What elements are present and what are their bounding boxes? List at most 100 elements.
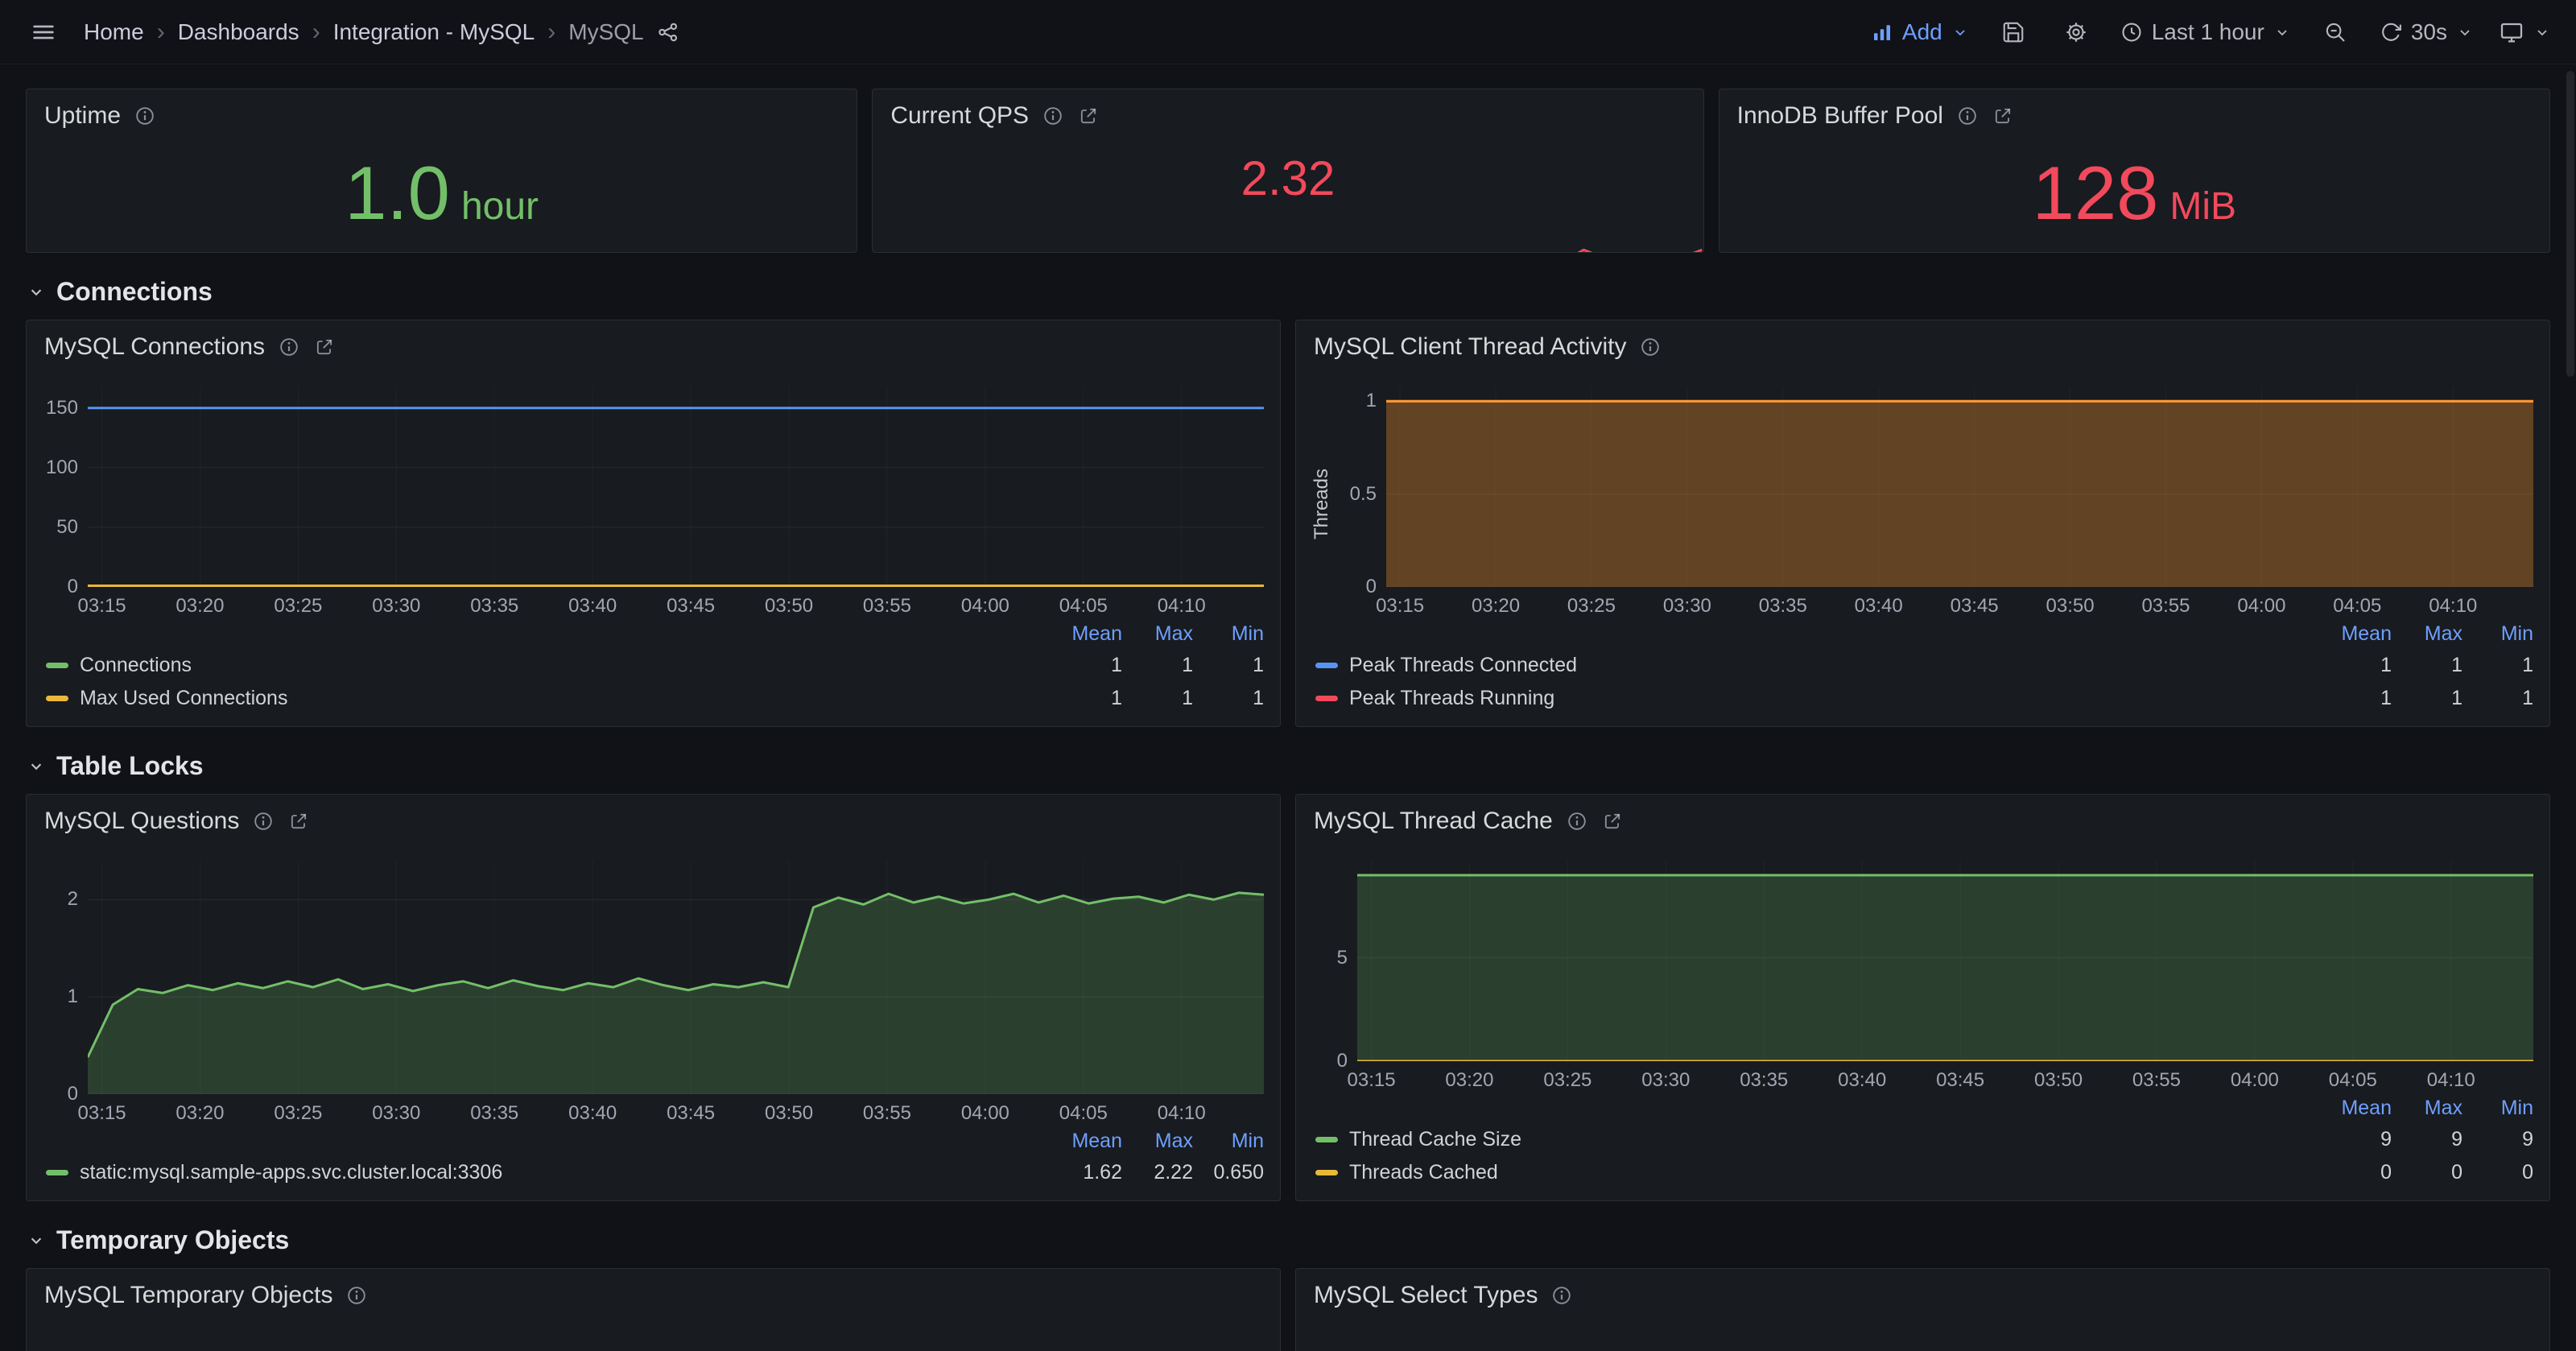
panel-title[interactable]: MySQL Temporary Objects [44, 1282, 332, 1309]
legend-item[interactable]: Max Used Connections111 [46, 682, 1264, 715]
legend-col-header[interactable]: Min [2462, 1097, 2533, 1120]
section-table-locks[interactable]: Table Locks [26, 751, 2550, 781]
chevron-down-icon [2273, 23, 2292, 42]
legend-item[interactable]: Threads Cached000 [1315, 1156, 2533, 1189]
x-tick-label: 03:15 [1348, 1069, 1396, 1092]
panel-title[interactable]: MySQL Select Types [1314, 1282, 1538, 1309]
panel-title[interactable]: Current QPS [890, 102, 1029, 130]
chevron-down-icon [26, 756, 47, 777]
save-dashboard-icon[interactable] [1994, 13, 2033, 52]
legend-col-header[interactable]: Min [1193, 1130, 1264, 1153]
panel-mysql-select-types: MySQL Select Types [1295, 1268, 2550, 1351]
legend-col-header[interactable]: Max [2392, 1097, 2462, 1120]
x-tick-label: 03:30 [1663, 595, 1711, 618]
x-tick-label: 04:05 [2333, 595, 2381, 618]
bar-chart-add-icon [1870, 20, 1894, 44]
legend-col-header[interactable]: Mean [2321, 1097, 2392, 1120]
monitor-icon[interactable] [2499, 19, 2524, 45]
legend-col-header[interactable]: Min [1193, 622, 1264, 646]
chart-area: 05 03:1503:2003:2503:3003:3503:4003:4503… [1296, 840, 2549, 1097]
refresh-interval-picker[interactable]: 30s [2379, 19, 2475, 45]
legend-value: 1 [2392, 654, 2462, 677]
y-tick-label: 0 [1366, 576, 1377, 598]
external-link-icon[interactable] [1601, 810, 1624, 832]
legend-col-header[interactable]: Mean [2321, 622, 2392, 646]
legend-col-header[interactable]: Max [1122, 1130, 1193, 1153]
scrollbar-thumb[interactable] [2566, 71, 2574, 377]
info-icon[interactable] [345, 1284, 368, 1307]
info-icon[interactable] [1042, 105, 1064, 127]
external-link-icon[interactable] [313, 336, 336, 358]
x-tick-label: 04:10 [2427, 1069, 2475, 1092]
zoom-out-icon[interactable] [2316, 13, 2355, 52]
panel-mysql-temporary-objects: MySQL Temporary Objects [26, 1268, 1281, 1351]
x-tick-label: 03:30 [372, 1102, 420, 1125]
x-tick-label: 03:50 [2046, 595, 2095, 618]
legend-value: 1 [1122, 654, 1193, 677]
breadcrumb-dashboards[interactable]: Dashboards [178, 19, 299, 45]
external-link-icon[interactable] [287, 810, 310, 832]
info-icon[interactable] [1956, 105, 1979, 127]
info-icon[interactable] [1550, 1284, 1573, 1307]
legend-value: 1 [2462, 654, 2533, 677]
section-connections[interactable]: Connections [26, 277, 2550, 307]
chevron-down-icon[interactable] [2533, 23, 2552, 42]
series-swatch [1315, 1137, 1338, 1142]
legend-item[interactable]: Thread Cache Size999 [1315, 1123, 2533, 1156]
x-tick-label: 04:00 [961, 595, 1009, 618]
legend-value: 9 [2462, 1128, 2533, 1151]
menu-toggle-icon[interactable] [24, 13, 63, 52]
legend-col-header[interactable]: Max [1122, 622, 1193, 646]
x-tick-label: 03:20 [1472, 595, 1520, 618]
y-tick-label: 2 [68, 888, 78, 911]
panel-title[interactable]: MySQL Client Thread Activity [1314, 333, 1626, 361]
x-tick-label: 03:50 [765, 1102, 813, 1125]
settings-gear-icon[interactable] [2057, 13, 2095, 52]
external-link-icon[interactable] [1077, 105, 1100, 127]
chart-area: 012 03:1503:2003:2503:3003:3503:4003:450… [27, 840, 1280, 1130]
legend-item[interactable]: Peak Threads Connected111 [1315, 649, 2533, 682]
kiosk-mode-control[interactable] [2499, 19, 2552, 45]
breadcrumb-mysql[interactable]: MySQL [568, 19, 643, 45]
legend-item[interactable]: static:mysql.sample-apps.svc.cluster.loc… [46, 1156, 1264, 1189]
legend-col-header[interactable]: Mean [1051, 1130, 1122, 1153]
legend-col-header[interactable]: Min [2462, 622, 2533, 646]
x-tick-label: 03:55 [863, 595, 911, 618]
x-axis: 03:1503:2003:2503:3003:3503:4003:4503:50… [88, 1094, 1264, 1130]
x-tick-label: 03:30 [1641, 1069, 1690, 1092]
info-icon[interactable] [252, 810, 275, 832]
panel-title[interactable]: MySQL Questions [44, 808, 239, 835]
panel-header: MySQL Questions [27, 795, 1280, 840]
x-tick-label: 03:15 [78, 1102, 126, 1125]
panel-title[interactable]: MySQL Connections [44, 333, 265, 361]
time-range-picker[interactable]: Last 1 hour [2120, 19, 2292, 45]
info-icon[interactable] [1639, 336, 1662, 358]
x-tick-label: 03:15 [78, 595, 126, 618]
y-tick-label: 1 [68, 985, 78, 1008]
section-temporary-objects[interactable]: Temporary Objects [26, 1225, 2550, 1255]
share-icon[interactable] [649, 13, 687, 52]
legend-item[interactable]: Peak Threads Running111 [1315, 682, 2533, 715]
breadcrumb-separator: › [547, 19, 555, 46]
breadcrumb-integration-mysql[interactable]: Integration - MySQL [333, 19, 535, 45]
chevron-down-icon [26, 282, 47, 303]
info-icon[interactable] [134, 105, 156, 127]
legend-col-header[interactable]: Mean [1051, 622, 1122, 646]
chart-plot[interactable] [88, 386, 1264, 587]
chart-plot[interactable] [88, 861, 1264, 1094]
refresh-icon[interactable] [2379, 20, 2403, 44]
add-dropdown[interactable]: Add [1870, 19, 1970, 45]
panel-title[interactable]: Uptime [44, 102, 121, 130]
chart-plot[interactable] [1357, 861, 2533, 1061]
info-icon[interactable] [278, 336, 300, 358]
y-axis: 00.51 [1336, 386, 1386, 587]
panel-title[interactable]: InnoDB Buffer Pool [1737, 102, 1943, 130]
external-link-icon[interactable] [1992, 105, 2014, 127]
panel-mysql-connections: MySQL Connections 050100150 03:1503:2003… [26, 320, 1281, 727]
info-icon[interactable] [1566, 810, 1588, 832]
panel-title[interactable]: MySQL Thread Cache [1314, 808, 1553, 835]
legend-col-header[interactable]: Max [2392, 622, 2462, 646]
breadcrumb-home[interactable]: Home [84, 19, 144, 45]
chart-plot[interactable] [1386, 386, 2533, 587]
legend-item[interactable]: Connections111 [46, 649, 1264, 682]
